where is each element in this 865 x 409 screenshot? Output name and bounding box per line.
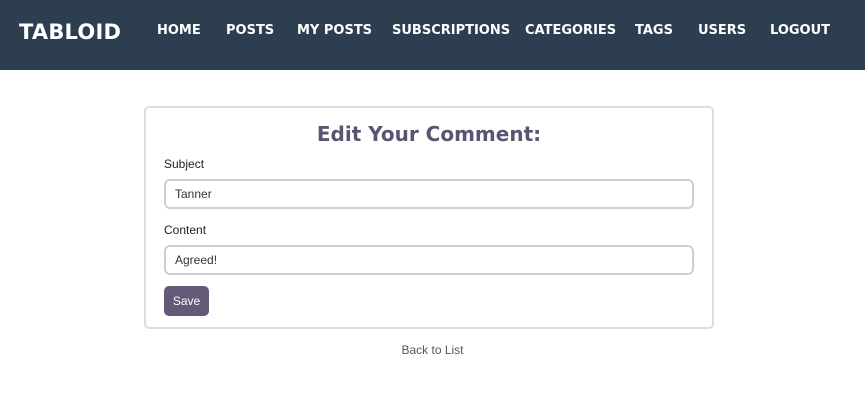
- content-input[interactable]: [164, 245, 694, 275]
- nav-my-posts[interactable]: MY POSTS: [297, 23, 372, 39]
- back-link-row: Back to List: [0, 342, 865, 358]
- edit-comment-card: Edit Your Comment: Subject Content Save: [144, 106, 714, 329]
- nav-posts[interactable]: POSTS: [226, 23, 274, 39]
- nav-logout[interactable]: LOGOUT: [770, 23, 830, 39]
- subject-input[interactable]: [164, 179, 694, 209]
- back-to-list-link[interactable]: Back to List: [401, 343, 463, 357]
- nav-links: HOME POSTS MY POSTS SUBSCRIPTIONS CATEGO…: [0, 0, 865, 70]
- save-button[interactable]: Save: [164, 286, 209, 316]
- subject-label: Subject: [164, 157, 205, 171]
- page-title: Edit Your Comment:: [316, 122, 542, 146]
- nav-tags[interactable]: TAGS: [635, 23, 673, 39]
- nav-home[interactable]: HOME: [157, 23, 201, 39]
- content-label: Content: [164, 223, 207, 237]
- nav-categories[interactable]: CATEGORIES: [525, 23, 616, 39]
- nav-users[interactable]: USERS: [698, 23, 746, 39]
- nav-subscriptions[interactable]: SUBSCRIPTIONS: [392, 23, 510, 39]
- navbar: TABLOID HOME POSTS MY POSTS SUBSCRIPTION…: [0, 0, 865, 70]
